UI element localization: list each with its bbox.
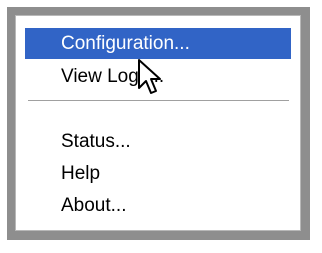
menu-item-status[interactable]: Status... xyxy=(25,126,291,157)
menu-item-help[interactable]: Help xyxy=(25,158,291,189)
menu-item-about[interactable]: About... xyxy=(25,190,291,221)
menu-separator xyxy=(28,100,289,102)
menu-item-label: Status... xyxy=(61,131,131,152)
menu-item-label: Help xyxy=(61,163,101,184)
menu-item-view-logs[interactable]: View Logs... xyxy=(25,61,291,92)
menu-item-configuration[interactable]: Configuration... xyxy=(25,28,291,59)
menu-item-label: Configuration... xyxy=(61,33,190,54)
screenshot-stage: Configuration... View Logs... Status... … xyxy=(0,0,322,253)
context-menu: Configuration... View Logs... Status... … xyxy=(7,7,310,240)
menu-item-label: View Logs... xyxy=(61,66,165,87)
menu-item-label: About... xyxy=(61,195,127,216)
